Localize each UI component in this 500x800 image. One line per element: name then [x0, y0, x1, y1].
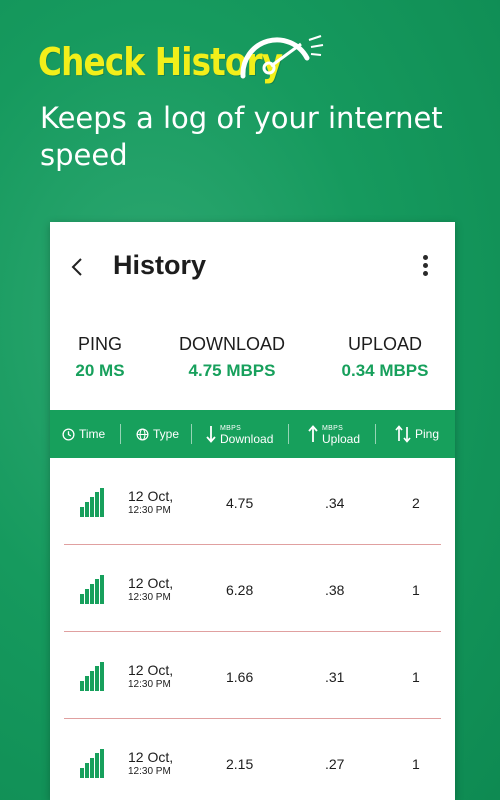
- history-card: History PING 20 MS DOWNLOAD 4.75 MBPS UP…: [50, 222, 455, 800]
- arrow-up-icon: [308, 425, 318, 442]
- row-upload: .34: [325, 495, 345, 511]
- column-time[interactable]: Time: [62, 410, 105, 458]
- upload-value: 0.34 MBPS: [341, 361, 429, 380]
- download-stat: DOWNLOAD 4.75 MBPS: [172, 334, 292, 381]
- upload-stat: UPLOAD 0.34 MBPS: [330, 334, 440, 381]
- row-datetime: 12 Oct, 12:30 PM: [128, 662, 173, 690]
- column-type-label: Type: [153, 427, 180, 441]
- sort-arrows-icon: [395, 425, 411, 443]
- column-download-label: Download: [220, 432, 274, 446]
- ping-value: 20 MS: [75, 361, 125, 380]
- row-date: 12 Oct,: [128, 575, 174, 591]
- column-time-label: Time: [79, 427, 106, 441]
- row-upload: .38: [325, 582, 345, 598]
- clock-icon: [62, 427, 75, 441]
- column-download[interactable]: MBPS Download: [206, 410, 273, 458]
- row-date: 12 Oct,: [128, 488, 174, 504]
- row-time: 12:30 PM: [128, 766, 171, 777]
- upload-label: UPLOAD: [347, 334, 423, 354]
- row-date: 12 Oct,: [128, 662, 174, 678]
- column-type[interactable]: Type: [136, 410, 179, 458]
- signal-bars-icon: [80, 749, 104, 778]
- signal-bars-icon: [80, 662, 104, 691]
- row-upload: .31: [325, 669, 345, 685]
- column-upload[interactable]: MBPS Upload: [308, 410, 360, 458]
- history-table-header: Time Type MBPS Download MBPS Upload Ping: [50, 410, 455, 458]
- row-ping: 1: [412, 756, 420, 772]
- more-vertical-icon[interactable]: [421, 255, 429, 281]
- row-time: 12:30 PM: [128, 679, 171, 690]
- row-ping: 1: [412, 582, 420, 598]
- ping-label: PING: [77, 334, 122, 354]
- globe-icon: [136, 428, 149, 440]
- history-row[interactable]: 12 Oct, 12:30 PM 4.75 .34 2: [50, 458, 455, 545]
- history-row[interactable]: 12 Oct, 12:30 PM 1.66 .31 1: [50, 632, 455, 719]
- arrow-down-icon: [206, 426, 216, 443]
- speed-summary: PING 20 MS DOWNLOAD 4.75 MBPS UPLOAD 0.3…: [50, 312, 455, 412]
- row-date: 12 Oct,: [128, 749, 174, 765]
- row-time: 12:30 PM: [128, 505, 171, 516]
- chevron-left-icon[interactable]: [68, 254, 88, 280]
- row-download: 2.15: [226, 756, 254, 772]
- page-title: History: [113, 250, 207, 280]
- history-list: 12 Oct, 12:30 PM 4.75 .34 2 12 Oct, 12:3…: [50, 458, 455, 800]
- row-download: 1.66: [226, 669, 254, 685]
- column-ping-label: Ping: [415, 427, 440, 441]
- row-time: 12:30 PM: [128, 592, 171, 603]
- column-ping[interactable]: Ping: [395, 410, 439, 458]
- row-ping: 2: [412, 495, 420, 511]
- column-upload-label: Upload: [322, 432, 361, 446]
- row-download: 4.75: [226, 495, 254, 511]
- app-bar: History: [50, 222, 455, 312]
- row-datetime: 12 Oct, 12:30 PM: [128, 488, 173, 516]
- signal-bars-icon: [80, 575, 104, 604]
- row-download: 6.28: [226, 582, 254, 598]
- download-label: DOWNLOAD: [178, 334, 285, 354]
- signal-bars-icon: [80, 488, 104, 517]
- speedometer-icon: [240, 35, 324, 79]
- download-value: 4.75 MBPS: [188, 361, 276, 380]
- row-ping: 1: [412, 669, 420, 685]
- promo-subtitle: Keeps a log of your internet speed: [40, 101, 443, 172]
- row-datetime: 12 Oct, 12:30 PM: [128, 575, 173, 603]
- row-datetime: 12 Oct, 12:30 PM: [128, 749, 173, 777]
- row-upload: .27: [325, 756, 345, 772]
- history-row[interactable]: 12 Oct, 12:30 PM 2.15 .27 1: [50, 719, 455, 800]
- history-row[interactable]: 12 Oct, 12:30 PM 6.28 .38 1: [50, 545, 455, 632]
- ping-stat: PING 20 MS: [65, 334, 135, 381]
